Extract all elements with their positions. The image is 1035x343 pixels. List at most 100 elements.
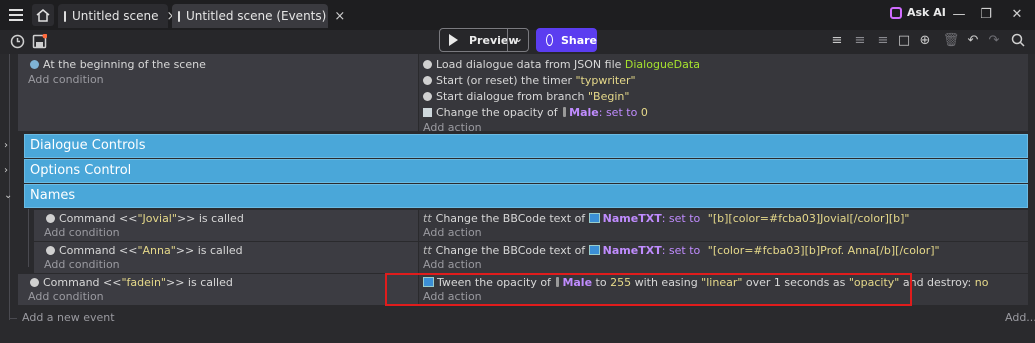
preview-label: Preview [469, 33, 519, 47]
sprite-icon [563, 107, 567, 117]
chevron-right-icon[interactable]: › [4, 140, 8, 151]
preview-divider [507, 29, 508, 51]
add-condition-link[interactable]: Add condition [44, 225, 120, 241]
ask-ai-button[interactable]: Ask AI [890, 6, 946, 19]
command-icon [30, 278, 39, 287]
actions-block[interactable]: tt Change the BBCode text of NameTXT: set… [419, 242, 1028, 273]
delete-icon[interactable]: 🗑 [943, 32, 960, 48]
actions-block[interactable]: Load dialogue data from JSON file Dialog… [419, 54, 1028, 134]
condition-block[interactable]: Command <<"fadein">> is called Add condi… [18, 274, 419, 305]
events-icon [178, 10, 180, 22]
history-icon[interactable] [9, 33, 25, 49]
redo-icon[interactable]: ↷ [986, 32, 1002, 48]
add-icon[interactable]: ⊕ [917, 32, 933, 48]
gutter-line [9, 318, 17, 319]
group-options-control[interactable]: Options Control [24, 159, 1028, 183]
group-names[interactable]: Names [24, 184, 1028, 208]
action-value: "[color=#fcba03][b]Prof. Anna[/b][/color… [707, 244, 940, 257]
scene-icon [64, 10, 66, 22]
action-text: Change the BBCode text of [435, 244, 589, 257]
action-bbcode[interactable]: tt Change the BBCode text of NameTXT: set… [423, 243, 940, 259]
tab-scene[interactable]: Untitled scene × [58, 4, 177, 28]
action-text: Start (or reset) the timer [436, 74, 576, 87]
add-new-event-link[interactable]: Add a new event [22, 311, 115, 324]
condition-text: Command << [43, 276, 122, 289]
condition-text: >> is called [175, 244, 243, 257]
action-reset-timer[interactable]: Start (or reset) the timer "typwriter" [423, 73, 636, 89]
action-start-dialogue[interactable]: Start dialogue from branch "Begin" [423, 89, 629, 105]
action-value: 0 [640, 106, 648, 119]
restore-icon[interactable]: ❐ [975, 4, 997, 24]
action-load-json[interactable]: Load dialogue data from JSON file Dialog… [423, 57, 700, 73]
add-other-icon[interactable]: ≡ [875, 32, 891, 48]
dialogue-icon [423, 92, 432, 101]
search-icon[interactable] [1010, 32, 1026, 48]
json-icon [423, 60, 432, 69]
bbcode-icon: tt [423, 212, 432, 225]
add-more-link[interactable]: Add... [1005, 311, 1035, 324]
condition-text: At the beginning of the scene [43, 58, 206, 71]
condition-text: Command << [59, 212, 138, 225]
add-action-link[interactable]: Add action [423, 225, 482, 241]
condition-value: "fadein" [121, 276, 166, 289]
operator-text: : set to [661, 212, 704, 225]
menu-icon[interactable] [6, 4, 26, 26]
preview-button[interactable]: Preview ⌄ [439, 28, 529, 52]
command-icon [46, 246, 55, 255]
add-condition-link[interactable]: Add condition [28, 72, 104, 88]
tab-events[interactable]: Untitled scene (Events) × [172, 4, 345, 28]
tab-events-label: Untitled scene (Events) [186, 9, 327, 23]
tab-events-close-icon[interactable]: × [334, 9, 345, 24]
ask-ai-label: Ask AI [907, 6, 946, 19]
toolbar: Preview ⌄ Share ≡ ≡ ≡ □ ⊕ 🗑 ↶ ↷ [0, 28, 1035, 54]
minimize-icon[interactable]: — [948, 4, 970, 24]
add-event-icon[interactable]: ≡ [829, 32, 845, 48]
action-text: Load dialogue data from JSON file [436, 58, 625, 71]
add-action-link[interactable]: Add action [423, 257, 482, 273]
share-button[interactable]: Share [536, 28, 597, 52]
close-icon[interactable]: ✕ [1006, 4, 1028, 24]
chevron-down-icon[interactable]: ⌄ [4, 190, 12, 201]
action-value: no [974, 276, 989, 289]
ask-ai-icon [890, 6, 902, 19]
condition-block[interactable]: Command <<"Jovial">> is called Add condi… [34, 210, 419, 241]
event-anna[interactable]: Command <<"Anna">> is called Add conditi… [34, 242, 1028, 273]
bbcode-icon: tt [423, 244, 432, 257]
save-icon[interactable] [31, 33, 47, 49]
object-name: NameTXT [602, 212, 662, 225]
object-name: Male [569, 106, 599, 119]
action-value: "[b][color=#fcba03]Jovial[/color][b]" [707, 212, 910, 225]
add-subevent-icon[interactable]: ≡ [852, 32, 868, 48]
home-icon[interactable] [32, 4, 54, 26]
timer-icon [423, 76, 432, 85]
action-text: Start dialogue from branch [436, 90, 588, 103]
events-sheet: At the beginning of the scene Add condit… [0, 54, 1035, 343]
actions-block[interactable]: tt Change the BBCode text of NameTXT: set… [419, 210, 1028, 241]
comment-icon[interactable]: □ [896, 32, 912, 48]
condition-text: Command << [59, 244, 138, 257]
chevron-down-icon[interactable]: ⌄ [514, 32, 523, 45]
chevron-right-icon[interactable]: › [4, 165, 8, 176]
add-condition-link[interactable]: Add condition [28, 289, 104, 305]
action-text: Change the BBCode text of [435, 212, 589, 225]
operator-text: : set to [598, 106, 641, 119]
action-change-opacity[interactable]: Change the opacity of Male: set to 0 [423, 105, 648, 121]
text-object-icon [588, 245, 600, 255]
add-condition-link[interactable]: Add condition [44, 257, 120, 273]
globe-icon [546, 34, 553, 46]
group-dialogue-controls[interactable]: Dialogue Controls [24, 134, 1028, 158]
operator-text: : set to [661, 244, 704, 257]
condition-block[interactable]: At the beginning of the scene Add condit… [18, 54, 419, 131]
event-scene-start[interactable]: At the beginning of the scene Add condit… [18, 54, 1028, 134]
condition-line[interactable]: At the beginning of the scene [30, 57, 206, 73]
condition-text: >> is called [165, 276, 233, 289]
scene-start-icon [30, 60, 39, 69]
condition-text: >> is called [176, 212, 244, 225]
action-value: DialogueData [624, 58, 700, 71]
condition-block[interactable]: Command <<"Anna">> is called Add conditi… [34, 242, 419, 273]
action-bbcode[interactable]: tt Change the BBCode text of NameTXT: set… [423, 211, 910, 227]
share-label: Share [560, 33, 597, 47]
group-label: Options Control [30, 163, 132, 178]
event-jovial[interactable]: Command <<"Jovial">> is called Add condi… [34, 210, 1028, 241]
undo-icon[interactable]: ↶ [965, 32, 981, 48]
